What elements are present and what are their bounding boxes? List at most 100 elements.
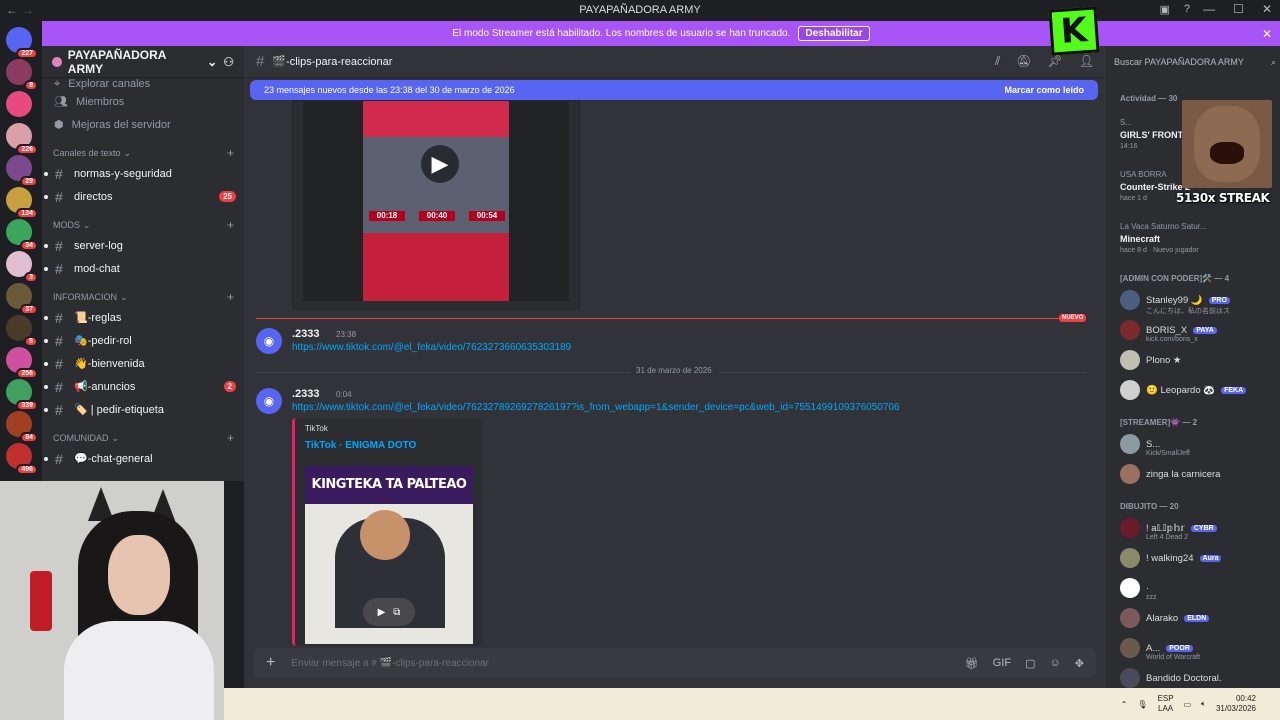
channel-item[interactable]: # 💬-chat-general (42, 447, 244, 470)
server-icon[interactable]: 5 (6, 315, 38, 347)
member-item[interactable]: Bandido Doctoral. (1120, 666, 1280, 688)
microphone-icon[interactable]: 🎙︎ (1137, 700, 1147, 709)
invite-people-icon[interactable]: ⚇ (223, 55, 234, 69)
member-item[interactable]: BORIS_X PAYA (1120, 318, 1280, 342)
play-icon[interactable]: ▶ (421, 145, 459, 183)
server-icon[interactable]: 37 (6, 283, 38, 315)
channel-item[interactable]: # directos 25 (42, 185, 244, 208)
server-icon[interactable]: 29 (6, 155, 38, 187)
create-channel-icon[interactable]: + (227, 431, 234, 445)
channel-item[interactable]: # 📢-anuncios 2 (42, 375, 244, 398)
inbox-icon[interactable]: ▣ (1159, 3, 1169, 16)
server-icon[interactable]: 8 (6, 59, 38, 91)
member-item[interactable]: Alarako ELDN (1120, 606, 1280, 630)
channel-item[interactable]: # 🎭-pedir-rol (42, 329, 244, 352)
member-item[interactable]: ! a𝕃𝕀𝕡𝕙𝕣 CYBR (1120, 516, 1280, 540)
member-item[interactable]: Plono ★ (1120, 348, 1280, 372)
sidebar-nav-item[interactable]: 👥︎ Miembros (42, 90, 244, 113)
channel-item[interactable]: # normas-y-seguridad (42, 162, 244, 185)
member-item[interactable]: 🙂 Leopardo 🐼 FEKA (1120, 378, 1280, 402)
channel-category[interactable]: INFORMACION ⌄ + (42, 280, 244, 306)
member-item[interactable]: · (1120, 576, 1280, 600)
sidebar-nav-item[interactable]: ⌖ Explorar canales (42, 78, 244, 91)
activity-user: La Vaca Saturno Satur... (1120, 222, 1207, 231)
volume-icon[interactable]: 🔈︎ (1201, 699, 1206, 709)
threads-icon[interactable]: ⫽ (995, 54, 1000, 69)
emoji-icon[interactable]: ☺ (1050, 657, 1061, 670)
channel-category[interactable]: COMUNIDAD ⌄ + (42, 421, 244, 447)
server-mention-badge: 5 (24, 336, 38, 347)
member-item[interactable]: zinga la carnicera (1120, 462, 1280, 486)
server-icon[interactable]: 84 (6, 411, 38, 443)
help-icon[interactable]: ? (1184, 3, 1190, 16)
mute-bell-icon[interactable]: 🔕︎ (1016, 54, 1031, 69)
member-item[interactable]: S... (1120, 432, 1280, 456)
gift-icon[interactable]: 🎁︎ (965, 657, 979, 670)
embed-title[interactable]: TikTok · ENIGMA DOTO (305, 440, 416, 451)
server-header[interactable]: PAYAPAÑADORA ARMY ⌄ ⚇ (42, 46, 244, 78)
apps-icon[interactable]: ✥ (1075, 657, 1084, 670)
unread-dot (44, 407, 48, 412)
activity-card[interactable]: La Vaca Saturno Satur... Minecraft hace … (1120, 222, 1276, 254)
forward-arrow-icon[interactable]: → (22, 3, 34, 17)
member-item[interactable]: ! walking24 Aura (1120, 546, 1280, 570)
network-icon[interactable]: ▭ (1184, 700, 1192, 709)
chevron-down-icon: ⌄ (207, 54, 218, 69)
new-messages-banner[interactable]: 23 mensajes nuevos desde las 23:38 del 3… (250, 80, 1098, 100)
message-composer[interactable]: + Enviar mensaje a # 🎬-clips-para-reacci… (254, 648, 1096, 678)
maximize-icon[interactable]: ☐ (1233, 2, 1244, 16)
sidebar-nav-item[interactable]: ⬢ Mejoras del servidor (42, 113, 244, 136)
embed-thumbnail[interactable]: KINGTEKA TA PALTEAO ▶ ⧉ (305, 466, 473, 644)
close-banner-icon[interactable]: ✕ (1262, 27, 1272, 41)
channel-item[interactable]: # 🏷️ | pedir-etiqueta (42, 398, 244, 421)
channel-item[interactable]: # 📜-reglas (42, 306, 244, 329)
external-link-icon[interactable]: ⧉ (393, 607, 400, 618)
gif-icon[interactable]: GIF (993, 657, 1011, 670)
message-username[interactable]: .2333 (292, 388, 320, 400)
server-icon[interactable]: 339 (6, 379, 38, 411)
disable-streamer-button[interactable]: Deshabilitar (798, 26, 870, 41)
search-placeholder[interactable]: Buscar PAYAPAÑADORA ARMY (1114, 57, 1244, 67)
video-embed[interactable]: 00:18 00:40 00:54 ▶ (292, 100, 580, 310)
channel-item[interactable]: # server-log (42, 234, 244, 257)
minimize-icon[interactable]: — (1203, 2, 1215, 16)
create-channel-icon[interactable]: + (227, 218, 234, 232)
tray-chevron-icon[interactable]: ⌃ (1121, 700, 1128, 709)
server-icon[interactable]: 3 (6, 251, 38, 283)
channel-item[interactable]: # 👋-bienvenida (42, 352, 244, 375)
message-link[interactable]: https://www.tiktok.com/@el_feka/video/76… (292, 342, 571, 353)
close-window-icon[interactable]: ✕ (1262, 2, 1272, 16)
server-icon[interactable]: 34 (6, 219, 38, 251)
pin-icon[interactable]: 📌︎ (1048, 54, 1063, 69)
message-link[interactable]: https://www.tiktok.com/@el_feka/video/76… (292, 402, 900, 413)
channel-category[interactable]: MODS ⌄ + (42, 208, 244, 234)
channel-item[interactable]: # mod-chat (42, 257, 244, 280)
discord-avatar-icon[interactable]: ◉ (256, 328, 282, 354)
composer-placeholder[interactable]: Enviar mensaje a # 🎬-clips-para-reaccion… (291, 658, 489, 669)
create-channel-icon[interactable]: + (227, 290, 234, 304)
server-icon[interactable]: 227 (6, 27, 38, 59)
mark-as-read-button[interactable]: Marcar como leído (1004, 85, 1084, 95)
server-icon[interactable] (6, 91, 32, 117)
embed-play-controls[interactable]: ▶ ⧉ (363, 598, 415, 626)
server-icon[interactable]: 496 (6, 443, 38, 475)
server-search[interactable]: Buscar PAYAPAÑADORA ARMY ⌕ (1114, 52, 1276, 72)
create-channel-icon[interactable]: + (227, 146, 234, 160)
message-time: 23:38 (336, 330, 357, 339)
search-icon[interactable]: ⌕ (1271, 57, 1276, 68)
clock[interactable]: 00:42 31/03/2026 (1216, 694, 1256, 714)
server-icon[interactable]: 256 (6, 347, 38, 379)
tiktok-embed[interactable]: TikTok TikTok · ENIGMA DOTO KINGTEKA TA … (292, 418, 482, 646)
language-indicator[interactable]: ESP LAA (1158, 694, 1174, 714)
sticker-icon[interactable]: ▢ (1025, 657, 1035, 670)
server-icon[interactable]: 226 (6, 123, 38, 155)
thumbnail-head (360, 510, 410, 560)
message-username[interactable]: .2333 (292, 328, 320, 340)
server-icon[interactable]: 134 (6, 187, 38, 219)
members-icon[interactable]: 👤︎ (1079, 54, 1094, 69)
channel-category[interactable]: Canales de texto ⌄ + (42, 136, 244, 162)
discord-avatar-icon[interactable]: ◉ (256, 388, 282, 414)
back-arrow-icon[interactable]: ← (6, 3, 18, 17)
play-icon[interactable]: ▶ (378, 607, 386, 618)
attach-plus-icon[interactable]: + (266, 654, 275, 672)
